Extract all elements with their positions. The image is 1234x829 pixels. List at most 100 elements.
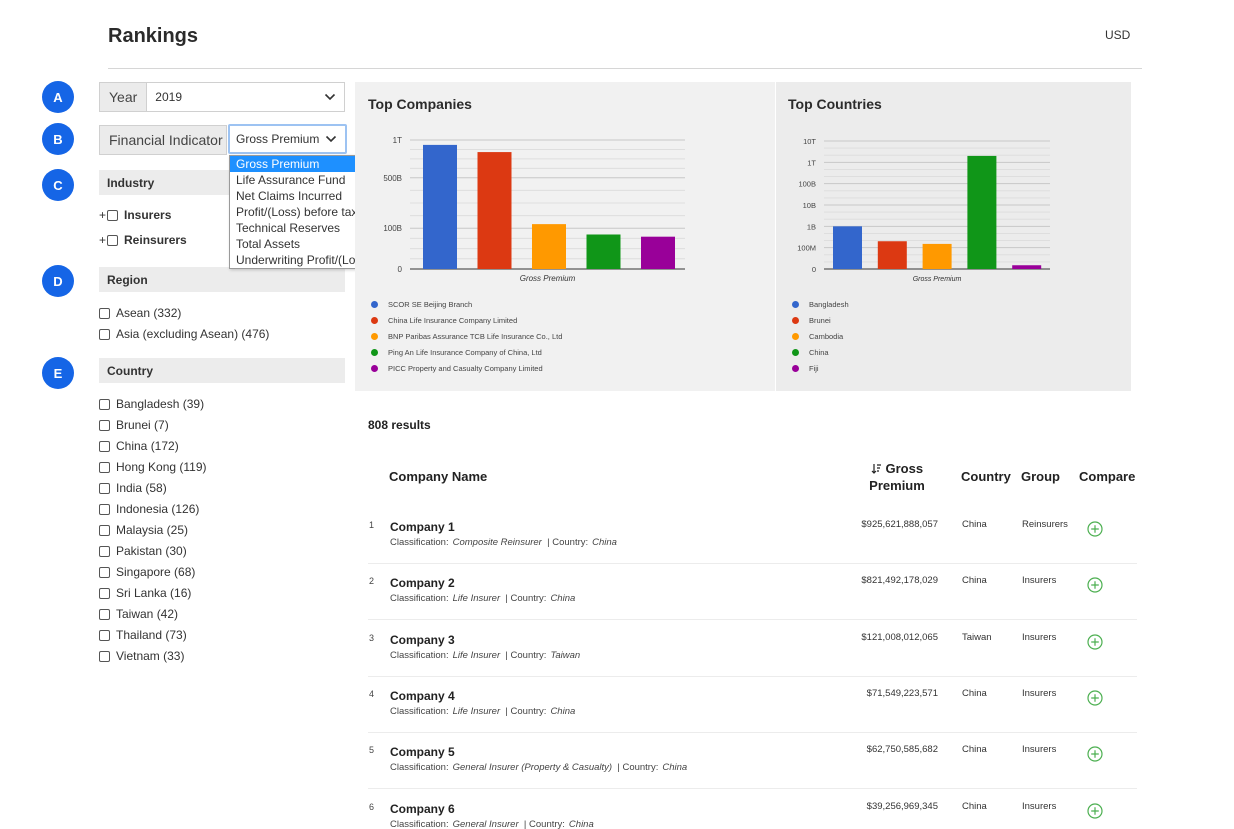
company-name-link[interactable]: Company 1 — [390, 520, 455, 534]
checkbox[interactable] — [99, 482, 110, 494]
dropdown-option[interactable]: Net Claims Incurred — [230, 188, 373, 204]
company-name-link[interactable]: Company 3 — [390, 633, 455, 647]
checkbox[interactable] — [99, 587, 110, 599]
dropdown-option[interactable]: Profit/(Loss) before tax — [230, 204, 373, 220]
bar-bnp-paribas-assurance-tcb-life-insurance-co-ltd[interactable] — [532, 224, 566, 269]
chart-title: Top Countries — [788, 96, 882, 112]
checkbox[interactable] — [99, 503, 110, 515]
country-filter-item[interactable]: Bangladesh (39) — [99, 396, 204, 412]
compare-button[interactable] — [1087, 746, 1103, 767]
column-company-name[interactable]: Company Name — [389, 469, 487, 484]
column-gross-premium[interactable]: Gross Premium — [862, 460, 932, 494]
dropdown-option[interactable]: Total Assets — [230, 236, 373, 252]
dropdown-option[interactable]: Technical Reserves — [230, 220, 373, 236]
sort-desc-icon[interactable] — [871, 463, 882, 474]
country-filter-item[interactable]: Indonesia (126) — [99, 501, 199, 517]
checkbox[interactable] — [107, 209, 119, 221]
country-filter-item[interactable]: India (58) — [99, 480, 167, 496]
checkbox[interactable] — [99, 566, 110, 578]
financial-indicator-select[interactable]: Gross Premium — [228, 124, 347, 154]
bar-bangladesh[interactable] — [833, 226, 862, 269]
add-circle-icon[interactable] — [1087, 521, 1103, 537]
bar-china[interactable] — [967, 155, 997, 269]
checkbox[interactable] — [99, 629, 110, 641]
country-filter-item[interactable]: Pakistan (30) — [99, 543, 187, 559]
compare-button[interactable] — [1087, 690, 1103, 711]
expand-icon[interactable]: + — [99, 208, 106, 222]
bar-china-life-insurance-company-limited[interactable] — [477, 152, 512, 269]
checkbox[interactable] — [99, 524, 110, 536]
bar-ping-an-life-insurance-company-of-china-ltd[interactable] — [586, 234, 621, 269]
legend-item[interactable]: China Life Insurance Company Limited — [371, 312, 562, 328]
premium-value: $62,750,585,682 — [866, 744, 938, 756]
y-tick-label: 100B — [798, 180, 816, 189]
region-item[interactable]: Asean (332) — [99, 305, 181, 321]
bar-brunei[interactable] — [877, 241, 907, 269]
region-item[interactable]: Asia (excluding Asean) (476) — [99, 326, 269, 342]
financial-indicator-dropdown[interactable]: Gross Premium Life Assurance Fund Net Cl… — [229, 155, 374, 269]
dropdown-option[interactable]: Underwriting Profit/(Loss) — [230, 252, 373, 268]
add-circle-icon[interactable] — [1087, 802, 1103, 819]
checkbox[interactable] — [99, 650, 110, 662]
country-filter-item[interactable]: Taiwan (42) — [99, 606, 178, 622]
company-name-link[interactable]: Company 2 — [390, 576, 455, 590]
company-name-link[interactable]: Company 5 — [390, 745, 455, 759]
country-filter-item[interactable]: Brunei (7) — [99, 417, 169, 433]
year-selector[interactable]: Year 2019 — [99, 82, 345, 112]
legend-item[interactable]: Brunei — [792, 312, 849, 328]
compare-button[interactable] — [1087, 802, 1103, 824]
add-circle-icon[interactable] — [1087, 633, 1103, 650]
currency-selector[interactable]: USD — [1105, 28, 1130, 42]
premium-value: $39,256,969,345 — [866, 800, 938, 812]
dropdown-option[interactable]: Gross Premium — [230, 156, 373, 172]
checkbox[interactable] — [99, 461, 110, 473]
checkbox[interactable] — [99, 440, 110, 452]
country-filter-label: Hong Kong (119) — [116, 460, 207, 474]
country-filter-item[interactable]: Hong Kong (119) — [99, 459, 207, 475]
legend-item[interactable]: Ping An Life Insurance Company of China,… — [371, 344, 562, 360]
add-circle-icon[interactable] — [1087, 746, 1103, 762]
add-circle-icon[interactable] — [1087, 690, 1103, 706]
add-circle-icon[interactable] — [1087, 577, 1103, 593]
checkbox[interactable] — [99, 419, 110, 431]
legend-item[interactable]: SCOR SE Beijing Branch — [371, 296, 562, 312]
chevron-down-icon — [324, 93, 336, 101]
country-filter-item[interactable]: Vietnam (33) — [99, 648, 184, 664]
dropdown-option[interactable]: Life Assurance Fund — [230, 172, 373, 188]
bar-scor-se-beijing-branch[interactable] — [423, 144, 457, 269]
checkbox[interactable] — [107, 234, 119, 246]
bar-cambodia[interactable] — [922, 243, 952, 269]
country-filter-item[interactable]: Sri Lanka (16) — [99, 585, 191, 601]
legend-item[interactable]: Cambodia — [792, 328, 849, 344]
legend-item[interactable]: BNP Paribas Assurance TCB Life Insurance… — [371, 328, 562, 344]
compare-button[interactable] — [1087, 521, 1103, 542]
company-name-link[interactable]: Company 6 — [390, 802, 455, 816]
year-label: Year — [100, 83, 148, 111]
expand-icon[interactable]: + — [99, 233, 106, 247]
country-filter-item[interactable]: Thailand (73) — [99, 627, 187, 643]
checkbox[interactable] — [99, 608, 110, 620]
bar-picc-property-and-casualty-company-limited[interactable] — [641, 236, 675, 269]
compare-button[interactable] — [1087, 577, 1103, 598]
legend-item[interactable]: China — [792, 344, 849, 360]
industry-reinsurers[interactable]: + Reinsurers — [99, 232, 187, 248]
checkbox[interactable] — [99, 307, 110, 319]
country-filter-item[interactable]: Singapore (68) — [99, 564, 195, 580]
country-filter-item[interactable]: China (172) — [99, 438, 179, 454]
checkbox[interactable] — [99, 328, 110, 340]
year-select[interactable]: 2019 — [147, 83, 344, 111]
legend-item[interactable]: PICC Property and Casualty Company Limit… — [371, 360, 562, 376]
legend-item[interactable]: Bangladesh — [792, 296, 849, 312]
compare-button[interactable] — [1087, 633, 1103, 655]
bar-fiji[interactable] — [1012, 265, 1042, 269]
country-filter-item[interactable]: Malaysia (25) — [99, 522, 188, 538]
company-meta: Classification: General Insurer (Property… — [390, 762, 687, 773]
y-tick-label: 10B — [803, 201, 816, 210]
legend-item[interactable]: Fiji — [792, 360, 849, 376]
column-country[interactable]: Country — [961, 469, 1011, 484]
industry-insurers[interactable]: + Insurers — [99, 207, 171, 223]
company-name-link[interactable]: Company 4 — [390, 689, 455, 703]
checkbox[interactable] — [99, 545, 110, 557]
checkbox[interactable] — [99, 398, 110, 410]
chart-title: Top Companies — [368, 96, 472, 112]
